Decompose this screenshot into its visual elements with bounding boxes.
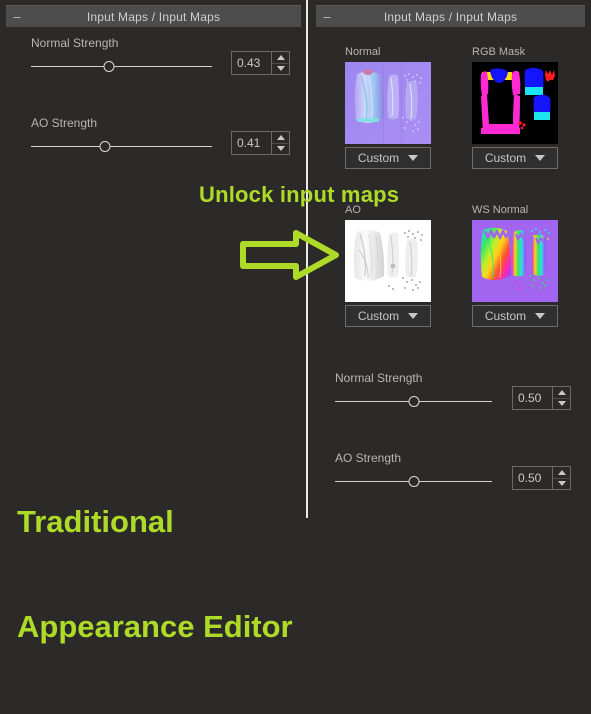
left-panel-title: Input Maps / Input Maps bbox=[86, 9, 221, 24]
right-arrow-icon bbox=[240, 228, 340, 287]
right-ao-strength-spinner[interactable]: 0.50 bbox=[512, 466, 571, 490]
spinner-decrement-button[interactable] bbox=[553, 399, 570, 410]
right-normal-strength-spinner[interactable]: 0.50 bbox=[512, 386, 571, 410]
map-slot-rgb-mask-source-dropdown[interactable]: Custom bbox=[472, 147, 558, 169]
right-ao-strength-value[interactable]: 0.50 bbox=[513, 467, 552, 489]
map-slot-ao-source-value: Custom bbox=[357, 309, 400, 323]
map-slot-rgb-mask-source-value: Custom bbox=[484, 151, 527, 165]
map-slot-rgb-mask-label: RGB Mask bbox=[472, 46, 526, 58]
map-slot-ao: AO Custom bbox=[345, 204, 431, 327]
normal-map-thumbnail[interactable] bbox=[345, 62, 431, 144]
spinner-increment-button[interactable] bbox=[272, 132, 289, 144]
map-slot-ws-normal-label: WS Normal bbox=[472, 204, 529, 216]
triangle-down-icon bbox=[276, 66, 285, 72]
slider-track bbox=[31, 146, 212, 147]
map-slot-normal-source-dropdown[interactable]: Custom bbox=[345, 147, 431, 169]
chevron-down-icon bbox=[535, 155, 546, 161]
left-normal-strength-slider[interactable] bbox=[31, 59, 212, 75]
triangle-up-icon bbox=[276, 54, 285, 60]
left-ao-strength-slider[interactable] bbox=[31, 139, 212, 155]
spinner-increment-button[interactable] bbox=[553, 387, 570, 399]
slider-handle[interactable] bbox=[103, 61, 115, 72]
map-slot-normal-source-value: Custom bbox=[357, 151, 400, 165]
annotation-unlock-input-maps: Unlock input maps bbox=[199, 182, 400, 207]
triangle-down-icon bbox=[557, 481, 566, 487]
chevron-down-icon bbox=[408, 155, 419, 161]
left-normal-strength-spinner[interactable]: 0.43 bbox=[231, 51, 290, 75]
spinner-buttons[interactable] bbox=[271, 132, 289, 154]
chevron-down-icon bbox=[535, 313, 546, 319]
annotation-traditional-appearance-editor: Traditional Appearance Editor bbox=[17, 434, 293, 714]
spinner-decrement-button[interactable] bbox=[272, 144, 289, 155]
left-ao-strength-spinner[interactable]: 0.41 bbox=[231, 131, 290, 155]
map-slot-ws-normal: WS Normal Custom bbox=[472, 204, 558, 327]
spinner-increment-button[interactable] bbox=[272, 52, 289, 64]
slider-handle[interactable] bbox=[408, 476, 419, 487]
map-slot-rgb-mask: RGB Mask Custom bbox=[472, 46, 558, 169]
spinner-decrement-button[interactable] bbox=[272, 64, 289, 75]
right-normal-strength-value[interactable]: 0.50 bbox=[513, 387, 552, 409]
right-panel: – Input Maps / Input Maps Normal Custom … bbox=[308, 0, 591, 518]
triangle-down-icon bbox=[557, 401, 566, 407]
left-normal-strength-label: Normal Strength bbox=[31, 36, 119, 50]
minus-icon[interactable]: – bbox=[316, 10, 338, 23]
right-panel-titlebar[interactable]: – Input Maps / Input Maps bbox=[316, 5, 585, 27]
left-ao-strength-label: AO Strength bbox=[31, 116, 98, 130]
annotation-traditional-line2: Appearance Editor bbox=[17, 609, 293, 644]
triangle-up-icon bbox=[557, 389, 566, 395]
minus-icon[interactable]: – bbox=[6, 10, 28, 23]
spinner-buttons[interactable] bbox=[271, 52, 289, 74]
map-slot-normal-label: Normal bbox=[345, 46, 381, 58]
slider-track bbox=[31, 66, 212, 67]
spinner-increment-button[interactable] bbox=[553, 467, 570, 479]
ws-normal-map-thumbnail[interactable] bbox=[472, 220, 558, 302]
triangle-up-icon bbox=[557, 469, 566, 475]
triangle-up-icon bbox=[276, 134, 285, 140]
map-slot-ws-normal-source-dropdown[interactable]: Custom bbox=[472, 305, 558, 327]
right-normal-strength-slider[interactable] bbox=[335, 394, 492, 410]
map-slot-ao-source-dropdown[interactable]: Custom bbox=[345, 305, 431, 327]
triangle-down-icon bbox=[276, 146, 285, 152]
map-slot-ws-normal-source-value: Custom bbox=[484, 309, 527, 323]
spinner-buttons[interactable] bbox=[552, 467, 570, 489]
screenshot-root: – Input Maps / Input Maps Normal Strengt… bbox=[0, 0, 591, 644]
left-normal-strength-value[interactable]: 0.43 bbox=[232, 52, 271, 74]
slider-handle[interactable] bbox=[99, 141, 111, 152]
left-ao-strength-value[interactable]: 0.41 bbox=[232, 132, 271, 154]
right-panel-title: Input Maps / Input Maps bbox=[383, 9, 518, 24]
right-ao-strength-slider[interactable] bbox=[335, 474, 492, 490]
map-slot-normal: Normal Custom bbox=[345, 46, 431, 169]
right-normal-strength-label: Normal Strength bbox=[335, 371, 423, 385]
spinner-decrement-button[interactable] bbox=[553, 479, 570, 490]
chevron-down-icon bbox=[408, 313, 419, 319]
slider-handle[interactable] bbox=[408, 396, 419, 407]
rgb-mask-thumbnail[interactable] bbox=[472, 62, 558, 144]
ao-map-thumbnail[interactable] bbox=[345, 220, 431, 302]
spinner-buttons[interactable] bbox=[552, 387, 570, 409]
right-ao-strength-label: AO Strength bbox=[335, 451, 402, 465]
left-panel-titlebar[interactable]: – Input Maps / Input Maps bbox=[6, 5, 301, 27]
annotation-traditional-line1: Traditional bbox=[17, 504, 174, 539]
